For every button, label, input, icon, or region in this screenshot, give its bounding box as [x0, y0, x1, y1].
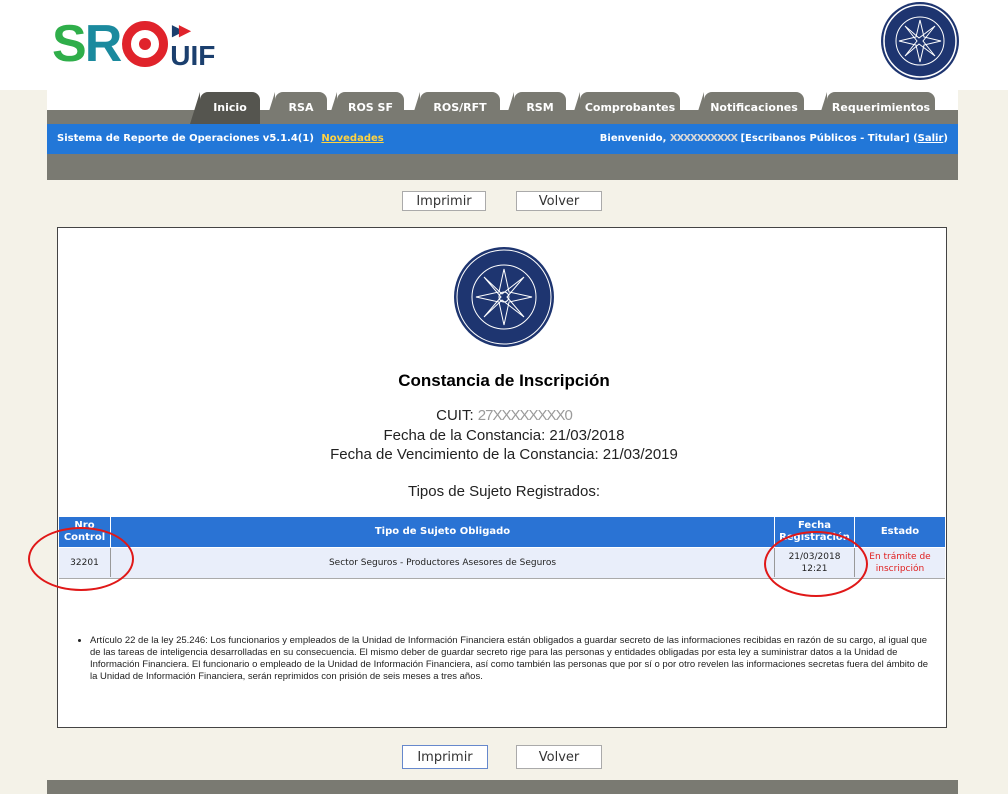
- back-button-bottom[interactable]: Volver: [516, 745, 602, 769]
- cuit-line: CUIT: 27XXXXXXXX0: [436, 407, 573, 424]
- uif-seal-icon: [883, 4, 957, 78]
- user-role: [Escribanos Públicos - Titular]: [740, 133, 910, 144]
- uif-seal-large: [452, 245, 556, 349]
- welcome-label: Bienvenido,: [599, 133, 667, 144]
- toolbar-strip: [47, 154, 958, 180]
- tab-comprobantes[interactable]: Comprobantes: [570, 92, 680, 124]
- col-tipo-sujeto: Tipo de Sujeto Obligado: [111, 517, 775, 547]
- col-nro-control: Nro Control: [59, 517, 111, 547]
- logo-o-mark: [122, 21, 169, 67]
- cell-fecha: 21/03/2018 12:21: [775, 548, 855, 577]
- user-name: XXXXXXXXXX: [669, 133, 738, 144]
- col-fecha-registracion: Fecha Registración: [775, 517, 855, 547]
- tab-rsm[interactable]: RSM: [504, 92, 566, 124]
- certificate-title: Constancia de Inscripción: [398, 371, 610, 390]
- col-estado: Estado: [880, 526, 920, 537]
- legal-note-item: Artículo 22 de la ley 25.246: Los funcio…: [90, 635, 930, 683]
- legal-note: Artículo 22 de la ley 25.246: Los funcio…: [90, 635, 930, 683]
- novedades-link[interactable]: Novedades: [321, 133, 383, 144]
- table-header: Nro Control Tipo de Sujeto Obligado Fech…: [59, 517, 945, 547]
- table-row: 32201 Sector Seguros - Productores Aseso…: [59, 548, 945, 579]
- footer-strip: [47, 780, 958, 794]
- tab-notificaciones[interactable]: Notificaciones: [694, 92, 804, 124]
- tab-requerimientos[interactable]: Requerimientos: [817, 92, 935, 124]
- cell-tipo: Sector Seguros - Productores Asesores de…: [111, 548, 775, 577]
- sro-uif-logo[interactable]: S R ▸▸ UIF: [52, 16, 222, 76]
- tab-bar: Inicio RSA ROS SF ROS/RFT RSM Comprobant…: [47, 88, 958, 124]
- cell-nro: 32201: [59, 548, 111, 577]
- tipos-title: Tipos de Sujeto Registrados:: [407, 483, 601, 500]
- tab-inicio[interactable]: Inicio: [190, 92, 260, 124]
- fecha-constancia: Fecha de la Constancia: 21/03/2018: [383, 427, 625, 444]
- cuit-value: 27XXXXXXXX0: [477, 407, 573, 424]
- status-bar: Sistema de Reporte de Operaciones v5.1.4…: [47, 124, 958, 154]
- tab-ros-rft[interactable]: ROS/RFT: [410, 92, 500, 124]
- print-button-bottom[interactable]: Imprimir: [402, 745, 488, 769]
- logout-link[interactable]: Salir: [918, 133, 944, 144]
- back-button-top[interactable]: Volver: [516, 191, 602, 211]
- uif-seal-logo: [881, 2, 959, 80]
- tab-rsa[interactable]: RSA: [265, 92, 327, 124]
- fecha-vencimiento: Fecha de Vencimiento de la Constancia: 2…: [330, 446, 678, 463]
- system-version: Sistema de Reporte de Operaciones v5.1.4…: [57, 133, 314, 144]
- cell-estado: En trámite de inscripción: [869, 551, 931, 574]
- print-button-top[interactable]: Imprimir: [402, 191, 486, 211]
- uif-seal-large-icon: [454, 247, 554, 347]
- tab-ros-sf[interactable]: ROS SF: [327, 92, 404, 124]
